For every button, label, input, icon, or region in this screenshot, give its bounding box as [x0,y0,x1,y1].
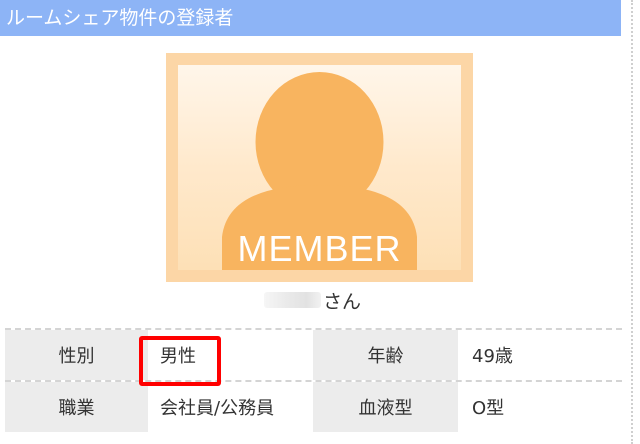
member-label: MEMBER [237,228,402,269]
gender-label: 性別 [5,330,148,380]
age-label: 年齢 [313,330,458,380]
blood-type-label: 血液型 [313,382,458,432]
occupation-value: 会社員/公務員 [148,382,313,432]
age-value: 49歳 [458,330,622,380]
details-row: 職業 会社員/公務員 血液型 O型 [5,382,622,432]
name-suffix: さん [323,290,362,313]
member-avatar: MEMBER [166,53,473,282]
side-divider [631,0,633,444]
page-title: ルームシェア物件の登録者 [6,7,234,29]
blurred-name [264,292,321,308]
member-details-table: 性別 男性 年齢 49歳 職業 会社員/公務員 血液型 O型 [5,328,622,432]
avatar-inner-panel: MEMBER [178,65,461,270]
details-row: 性別 男性 年齢 49歳 [5,330,622,382]
member-name: さん [264,284,361,316]
highlight-box [139,336,221,386]
blood-type-value: O型 [458,382,622,432]
occupation-label: 職業 [5,382,148,432]
page-header: ルームシェア物件の登録者 [0,0,621,36]
